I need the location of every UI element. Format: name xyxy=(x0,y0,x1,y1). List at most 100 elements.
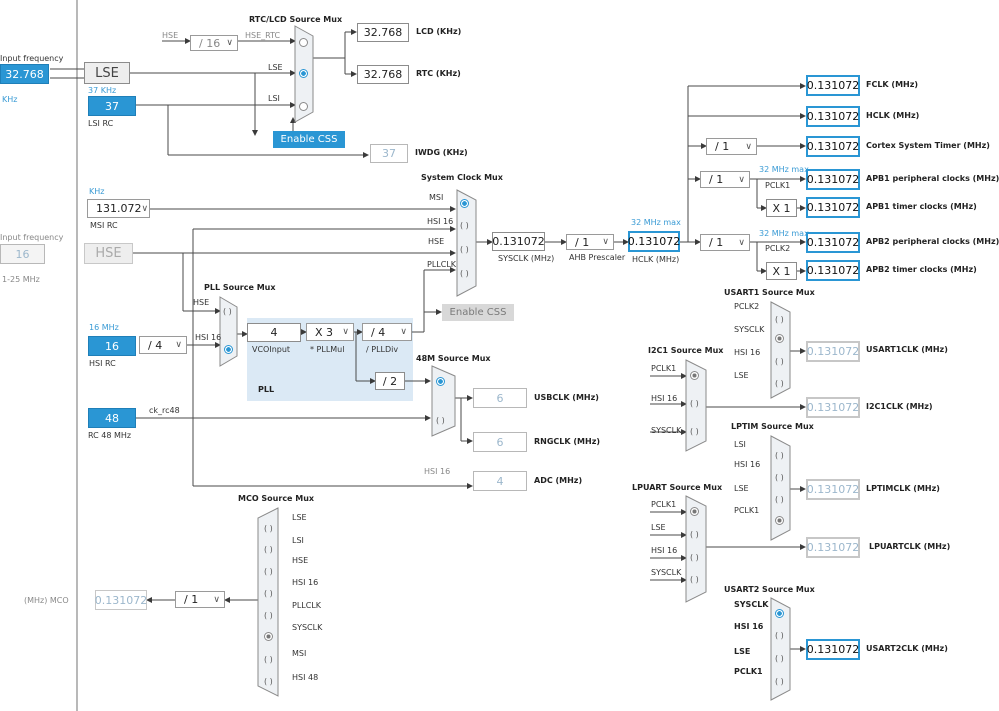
i2c1-mux-radio[interactable]: ( ) xyxy=(690,399,699,408)
apb2-peripheral-value: 0.131072 xyxy=(806,232,860,253)
apb2-prescaler-select[interactable]: / 1 ∨ xyxy=(700,234,750,251)
usart1-mux-title: USART1 Source Mux xyxy=(724,288,815,297)
pclk1-label: PCLK1 xyxy=(765,181,791,190)
mco-divider-value: / 1 xyxy=(184,593,199,606)
rtc-mux-lse-radio[interactable] xyxy=(299,69,308,78)
usart2-mux-radio-selected[interactable] xyxy=(775,609,784,618)
mco-mux-radio[interactable]: ( ) xyxy=(264,524,273,533)
i2c1-mux-radio-selected[interactable] xyxy=(690,371,699,380)
cortex-timer-divider-select[interactable]: / 1 ∨ xyxy=(706,138,757,155)
mco-divider-select[interactable]: / 1 ∨ xyxy=(175,591,225,608)
pll-mul-select[interactable]: X 3 ∨ xyxy=(306,323,354,341)
sysclk-mux-pllclk-radio[interactable]: ( ) xyxy=(460,269,469,278)
apb2-timer-multiplier: X 1 xyxy=(766,262,797,280)
lptim-mux-radio[interactable]: ( ) xyxy=(775,473,784,482)
cortex-timer-label: Cortex System Timer (MHz) xyxy=(866,141,990,150)
mco-mux-radio[interactable]: ( ) xyxy=(264,567,273,576)
rtc-mux-title: RTC/LCD Source Mux xyxy=(249,15,343,24)
usart1clk-label: USART1CLK (MHz) xyxy=(866,345,948,354)
hsi-rc-field[interactable]: 16 xyxy=(88,336,136,356)
rtc-mux-hse-radio[interactable] xyxy=(299,38,308,47)
hse-button[interactable]: HSE xyxy=(84,243,133,264)
lse-button[interactable]: LSE xyxy=(84,62,130,84)
lpuart-mux-radio[interactable]: ( ) xyxy=(690,530,699,539)
m48-mux-pll-radio[interactable] xyxy=(436,377,445,386)
i2c1clk-label: I2C1CLK (MHz) xyxy=(866,402,933,411)
lpuart-mux-radio[interactable]: ( ) xyxy=(690,575,699,584)
usart1-input-label: HSI 16 xyxy=(734,348,761,357)
usart1-mux-radio[interactable]: ( ) xyxy=(775,379,784,388)
ck-rc48-label: ck_rc48 xyxy=(149,406,180,415)
lptim-input-label: HSI 16 xyxy=(734,460,761,469)
mco-mux-radio[interactable]: ( ) xyxy=(264,677,273,686)
lsi-rc-field[interactable]: 37 xyxy=(88,96,136,116)
hclk-label: HCLK (MHz) xyxy=(632,255,680,264)
sysclk-mux-hse-radio[interactable]: ( ) xyxy=(460,245,469,254)
iwdg-freq-label: IWDG (KHz) xyxy=(415,148,468,157)
lsi-rc-label: LSI RC xyxy=(88,119,114,128)
sysclk-mux-pllclk-label: PLLCLK xyxy=(427,260,457,269)
msi-range-select[interactable]: 131.072 ∨ xyxy=(87,199,150,218)
lptim-input-label: LSE xyxy=(734,484,749,493)
i2c1-input-label: HSI 16 xyxy=(651,394,678,403)
usart2-mux-radio[interactable]: ( ) xyxy=(775,677,784,686)
chevron-down-icon: ∨ xyxy=(141,203,149,214)
pll-mux-hsi16-radio[interactable] xyxy=(224,345,233,354)
hclk-max-label: 32 MHz max xyxy=(631,218,681,227)
usart1-mux-radio[interactable]: ( ) xyxy=(775,315,784,324)
msi-rc-label: MSI RC xyxy=(90,221,118,230)
i2c1-mux-radio[interactable]: ( ) xyxy=(690,427,699,436)
mco-input-label: SYSCLK xyxy=(292,623,323,632)
mco-mux-radio[interactable]: ( ) xyxy=(264,545,273,554)
rtc-hse-divider-select[interactable]: / 16 ∨ xyxy=(190,35,238,51)
usart2-mux-radio[interactable]: ( ) xyxy=(775,631,784,640)
lpuart-mux-radio-selected[interactable] xyxy=(690,507,699,516)
sysclk-mux-hsi16-radio[interactable]: ( ) xyxy=(460,221,469,230)
lse-unit-label: KHz xyxy=(2,95,18,104)
mco-input-label: HSE xyxy=(292,556,309,565)
usart2-mux-radio[interactable]: ( ) xyxy=(775,654,784,663)
usart1-mux-radio-selected[interactable] xyxy=(775,334,784,343)
pll-mux-hse-radio[interactable]: ( ) xyxy=(223,307,232,316)
lpuartclk-value: 0.131072 xyxy=(806,537,860,558)
enable-css-lse-button[interactable]: Enable CSS xyxy=(273,131,345,148)
pll-mux-title: PLL Source Mux xyxy=(204,283,276,292)
mco-input-label: PLLCLK xyxy=(292,601,322,610)
pll-div-select[interactable]: / 4 ∨ xyxy=(362,323,412,341)
lpuartclk-label: LPUARTCLK (MHz) xyxy=(869,542,951,551)
mco-mux-radio[interactable]: ( ) xyxy=(264,589,273,598)
usart1-input-label: SYSCLK xyxy=(734,325,765,334)
sysclk-mux-msi-radio[interactable] xyxy=(460,199,469,208)
lse-input-freq-field[interactable]: 32.768 xyxy=(0,64,49,84)
lptim-mux-radio-selected[interactable] xyxy=(775,516,784,525)
mco-input-label: HSI 16 xyxy=(292,578,319,587)
lpuart-mux-radio[interactable]: ( ) xyxy=(690,553,699,562)
hse-input-freq-label: Input frequency xyxy=(0,233,64,242)
hse-rtc-label: HSE_RTC xyxy=(245,31,281,40)
lptim-mux-radio[interactable]: ( ) xyxy=(775,451,784,460)
chevron-down-icon: ∨ xyxy=(738,174,745,185)
mco-mux-radio[interactable]: ( ) xyxy=(264,655,273,664)
hse-input-freq-field[interactable]: 16 xyxy=(0,244,45,264)
ahb-prescaler-select[interactable]: / 1 ∨ xyxy=(566,234,614,250)
enable-css-hse-button[interactable]: Enable CSS xyxy=(442,304,514,321)
chevron-down-icon: ∨ xyxy=(745,141,752,152)
mco-mux-radio-selected[interactable] xyxy=(264,632,273,641)
usart1-mux-radio[interactable]: ( ) xyxy=(775,357,784,366)
mco-mux-title: MCO Source Mux xyxy=(238,494,315,503)
lptim-mux-radio[interactable]: ( ) xyxy=(775,495,784,504)
msi-range-value: 131.072 xyxy=(96,202,142,215)
m48-mux-rc48-radio[interactable]: ( ) xyxy=(436,416,445,425)
apb1-prescaler-select[interactable]: / 1 ∨ xyxy=(700,171,750,188)
rc48-field[interactable]: 48 xyxy=(88,408,136,428)
hclk-value-field[interactable]: 0.131072 xyxy=(628,231,680,252)
chevron-down-icon: ∨ xyxy=(400,327,407,337)
usart1-input-label: PCLK2 xyxy=(734,302,760,311)
mco-input-label: HSI 48 xyxy=(292,673,319,682)
pll-div2-value: / 2 xyxy=(375,372,405,390)
hsi-divider-select[interactable]: / 4 ∨ xyxy=(139,336,187,354)
pclk2-label: PCLK2 xyxy=(765,244,791,253)
mco-mux-radio[interactable]: ( ) xyxy=(264,611,273,620)
i2c1-input-label: SYSCLK xyxy=(651,426,682,435)
rtc-mux-lsi-radio[interactable] xyxy=(299,102,308,111)
